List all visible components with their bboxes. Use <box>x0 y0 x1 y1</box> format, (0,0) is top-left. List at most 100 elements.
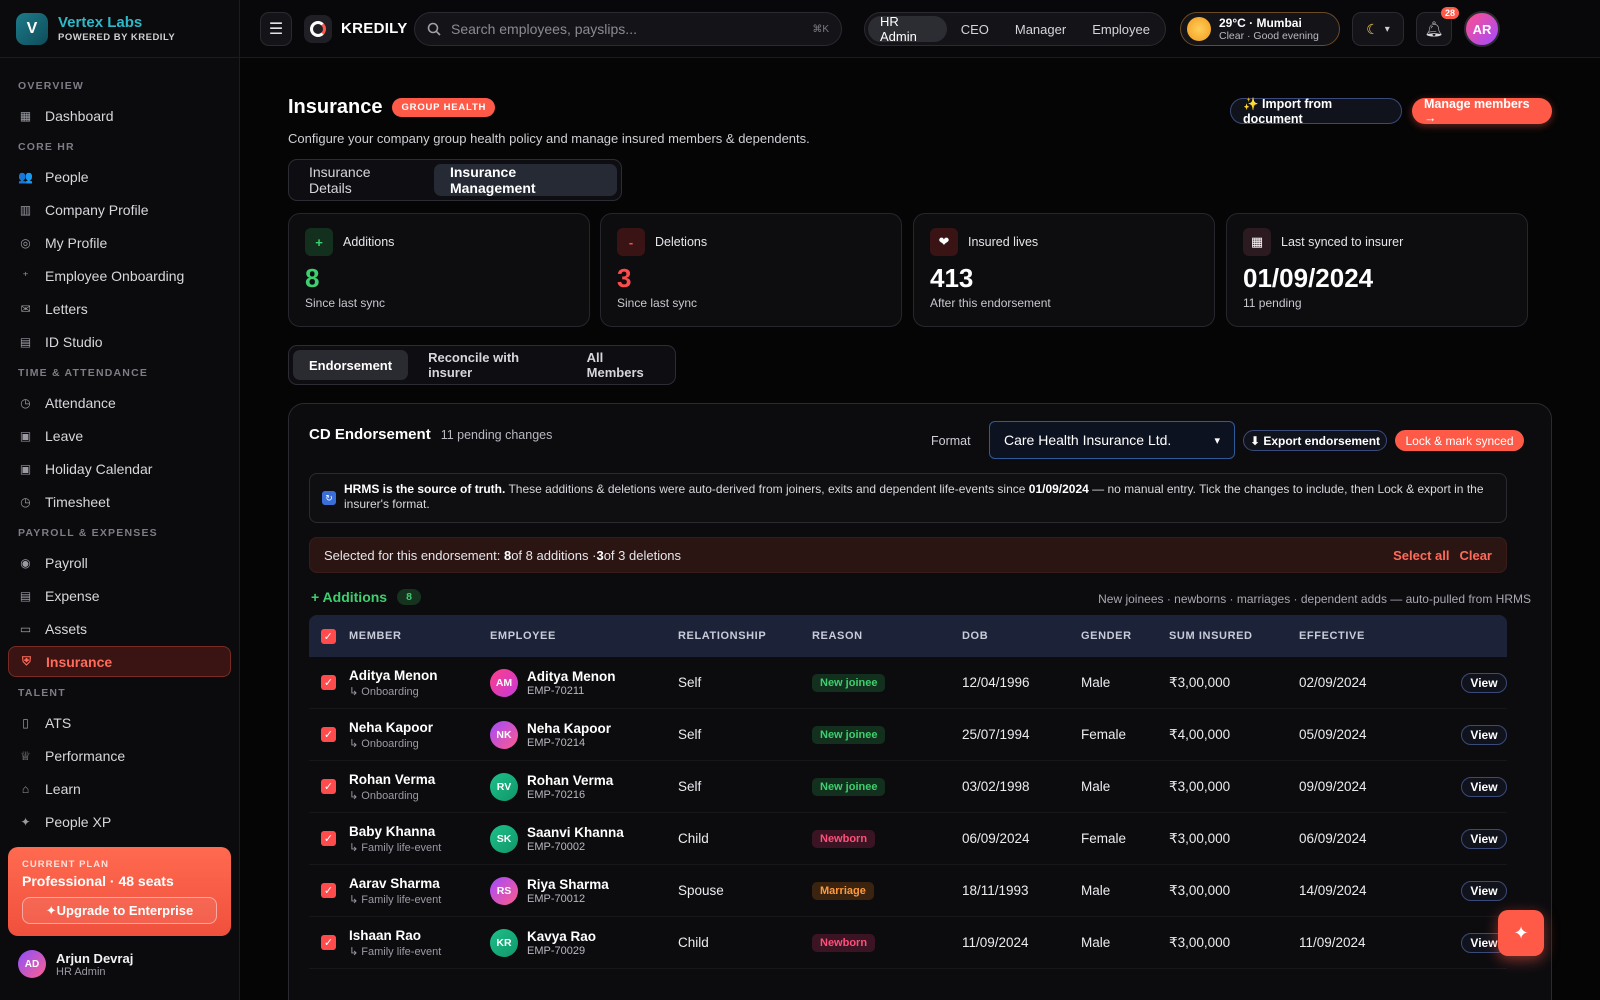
export-endorsement-button[interactable]: ⬇ Export endorsement <box>1243 430 1387 451</box>
theme-toggle[interactable]: ☾ ▾ <box>1352 12 1404 46</box>
gender-cell: Male <box>1081 935 1111 950</box>
row-checkbox[interactable]: ✓ <box>309 779 349 794</box>
reason-cell: Newborn <box>812 829 962 848</box>
stat-value: 3 <box>617 263 632 293</box>
role-employee[interactable]: Employee <box>1080 16 1162 42</box>
search-bar[interactable]: Search employees, payslips... ⌘K <box>414 12 842 46</box>
clock-icon: ◷ <box>20 395 31 410</box>
sidebar-item-ats[interactable]: ▯ ATS <box>8 707 231 738</box>
management-subtabs: Endorsement Reconcile with insurer All Mem… <box>288 345 676 385</box>
sidebar-item-employee-onboarding[interactable]: ⁺ Employee Onboarding <box>8 260 231 291</box>
stat-label: Additions <box>343 235 395 249</box>
plan-label: CURRENT PLAN <box>22 859 109 870</box>
row-checkbox[interactable]: ✓ <box>309 935 349 950</box>
stat-header: - Deletions <box>617 228 885 256</box>
column-header: MEMBER <box>349 630 402 642</box>
relationship-cell: Child <box>678 935 709 950</box>
sidebar-item-my-profile[interactable]: ◎ My Profile <box>8 227 231 258</box>
relationship-cell: Self <box>678 727 702 742</box>
view-button[interactable]: View <box>1461 828 1507 849</box>
calendar-icon: ▦ <box>1243 228 1271 256</box>
notice-bold: HRMS is the source of truth. <box>344 482 506 496</box>
role-ceo[interactable]: CEO <box>949 16 1001 42</box>
sidebar-item-label: Assets <box>45 620 88 637</box>
sidebar-item-holiday-calendar[interactable]: ▣ Holiday Calendar <box>8 453 231 484</box>
notifications-button[interactable]: 🔔︎ 28 <box>1416 7 1459 46</box>
view-button[interactable]: View <box>1461 724 1507 745</box>
insurer-format-select[interactable]: Care Health Insurance Ltd. ▾ <box>989 421 1235 459</box>
reason-cell: Newborn <box>812 933 962 952</box>
effective-date-cell: 05/09/2024 <box>1299 727 1367 742</box>
sidebar-item-learn[interactable]: ⌂ Learn <box>8 773 231 804</box>
sidebar-item-letters[interactable]: ✉ Letters <box>8 293 231 324</box>
lock-mark-synced-button[interactable]: Lock & mark synced <box>1395 430 1524 451</box>
sidebar-item-id-studio[interactable]: ▤ ID Studio <box>8 326 231 357</box>
sidebar-item-insurance[interactable]: ⛨ Insurance <box>8 646 231 677</box>
sidebar-item-label: ATS <box>45 714 72 731</box>
brand-header[interactable]: V Vertex Labs POWERED BY KREDILY <box>0 0 239 58</box>
sidebar-item-label: Insurance <box>46 653 113 670</box>
sidebar-item-leave[interactable]: ▣ Leave <box>8 420 231 451</box>
clipboard-icon: ▯ <box>22 715 29 730</box>
sidebar-item-performance[interactable]: ♕ Performance <box>8 740 231 771</box>
weather-widget[interactable]: 29°C · Mumbai Clear · Good evening <box>1180 12 1340 46</box>
subtab-reconcile-with-insurer[interactable]: Reconcile with insurer <box>412 350 567 380</box>
import-from-document-button[interactable]: ✨ Import from document <box>1230 97 1402 126</box>
sidebar-item-people-xp[interactable]: ✦ People XP <box>8 806 231 837</box>
actions-cell: View <box>1435 724 1507 745</box>
row-checkbox[interactable]: ✓ <box>309 831 349 846</box>
effective-date-cell: 09/09/2024 <box>1299 779 1367 794</box>
chevron-down-icon: ▾ <box>1384 23 1390 35</box>
dob-cell: 18/11/1993 <box>962 883 1029 898</box>
sidebar-item-expense[interactable]: ▤ Expense <box>8 580 231 611</box>
search-icon <box>427 22 441 36</box>
dob-cell: 25/07/1994 <box>962 727 1030 742</box>
select-all-checkbox[interactable]: ✓ <box>309 628 349 644</box>
view-button[interactable]: View <box>1461 880 1507 901</box>
sidebar-item-people[interactable]: 👥 People <box>8 161 231 192</box>
sun-icon <box>1187 17 1211 41</box>
sidebar-item-timesheet[interactable]: ◷ Timesheet <box>8 486 231 517</box>
column-header: EFFECTIVE <box>1299 630 1365 642</box>
subtab-all-members[interactable]: All Members <box>571 350 671 380</box>
manage-members-button[interactable]: Manage members → <box>1412 97 1552 125</box>
view-button[interactable]: View <box>1461 776 1507 797</box>
tab-insurance-details[interactable]: Insurance Details <box>293 164 430 196</box>
select-all-link[interactable]: Select all <box>1393 548 1449 563</box>
search-input[interactable]: Search employees, payslips... <box>451 21 802 37</box>
sidebar-item-dashboard[interactable]: ▦ Dashboard <box>8 100 231 131</box>
page-title: Insurance <box>288 96 383 118</box>
stat-header: ❤ Insured lives <box>930 228 1198 256</box>
subtab-endorsement[interactable]: Endorsement <box>293 350 409 380</box>
menu-toggle-button[interactable]: ☰ <box>260 12 292 46</box>
role-hr-admin[interactable]: HR Admin <box>868 14 947 44</box>
stat-subtext: After this endorsement <box>930 296 1051 310</box>
sidebar-item-payroll[interactable]: ◉ Payroll <box>8 547 231 578</box>
tab-insurance-management[interactable]: Insurance Management <box>433 164 617 196</box>
sidebar-item-attendance[interactable]: ◷ Attendance <box>8 387 231 418</box>
row-checkbox[interactable]: ✓ <box>309 883 349 898</box>
clear-link[interactable]: Clear <box>1459 548 1492 563</box>
calendar-icon: ▣ <box>19 461 32 476</box>
avatar[interactable]: AR <box>1464 11 1500 47</box>
row-checkbox[interactable]: ✓ <box>309 675 349 690</box>
employee-id: EMP-70029 <box>527 944 586 957</box>
employee-info: Riya Sharma EMP-70012 <box>527 877 609 905</box>
sidebar-item-company-profile[interactable]: ▥ Company Profile <box>8 194 231 225</box>
sidebar-item-assets[interactable]: ▭ Assets <box>8 613 231 644</box>
upgrade-button[interactable]: ✦Upgrade to Enterprise <box>22 897 217 924</box>
user-profile[interactable]: AD Arjun Devraj HR Admin <box>18 950 133 978</box>
member-source: ↳ Onboarding <box>349 685 419 698</box>
selection-mid: of 8 additions · <box>511 547 597 563</box>
selection-end: of 3 deletions <box>603 547 682 563</box>
column-header: GENDER <box>1081 630 1132 642</box>
app-name: KREDILY <box>341 20 408 37</box>
row-checkbox[interactable]: ✓ <box>309 727 349 742</box>
view-button[interactable]: View <box>1461 672 1507 693</box>
people-icon: 👥 <box>18 169 33 184</box>
member-cell: Baby Khanna ↳ Family life-event <box>349 824 490 854</box>
notification-count: 28 <box>1440 7 1459 19</box>
employee-info: Rohan Verma EMP-70216 <box>527 773 613 801</box>
ai-assistant-fab[interactable]: ✦ <box>1498 910 1544 956</box>
role-manager[interactable]: Manager <box>1003 16 1078 42</box>
